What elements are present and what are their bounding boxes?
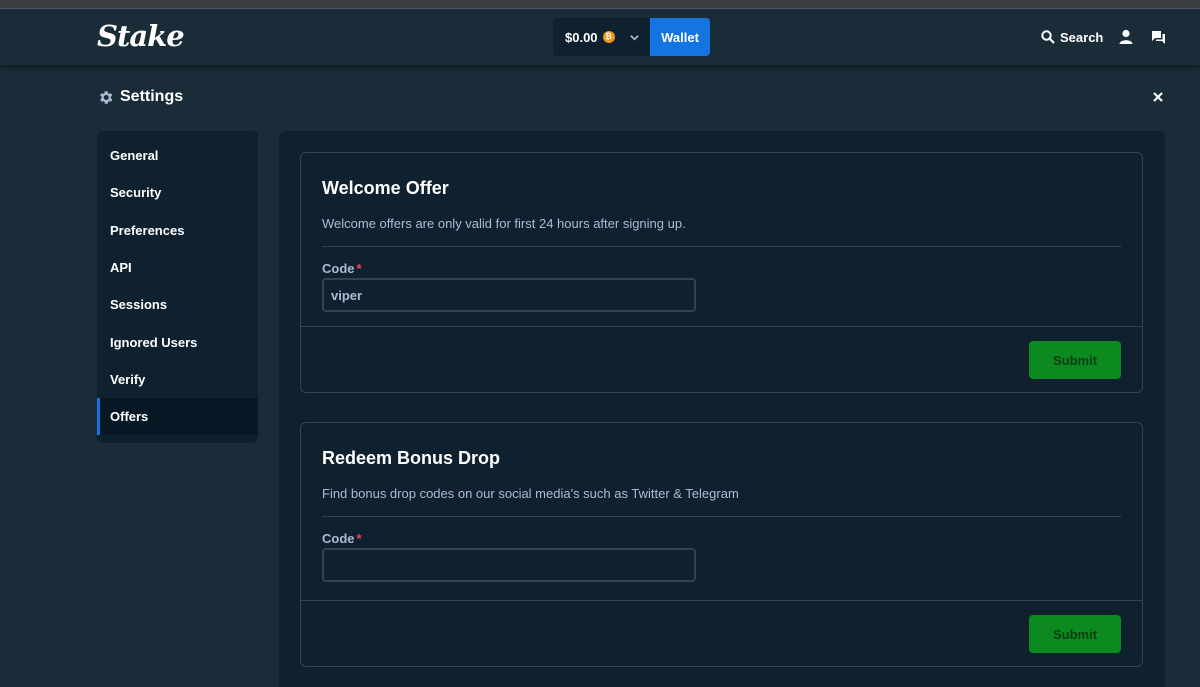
welcome-offer-card: Welcome Offer Welcome offers are only va… [300,152,1143,393]
code-label: Code * [322,261,362,276]
welcome-offer-code-input[interactable] [322,278,696,312]
bonus-drop-card: Redeem Bonus Drop Find bonus drop codes … [300,422,1143,667]
chat-icon[interactable] [1151,30,1166,45]
required-marker: * [356,531,362,546]
welcome-offer-submit-button[interactable]: Submit [1029,341,1121,379]
settings-sidebar: General Security Preferences API Session… [97,131,258,443]
offers-panel: Welcome Offer Welcome offers are only va… [279,131,1165,687]
bitcoin-icon: ₿ [602,31,615,43]
browser-top-strip [0,0,1200,9]
card-footer-divider [301,600,1142,601]
code-label-text: Code [322,531,355,546]
sidebar-item-preferences[interactable]: Preferences [97,212,258,249]
settings-heading: Settings [97,88,183,106]
welcome-offer-title: Welcome Offer [322,178,449,198]
page-title: Settings [120,88,184,105]
user-icon[interactable] [1118,29,1134,45]
sidebar-item-general[interactable]: General [97,137,258,174]
sidebar-item-offers[interactable]: Offers [97,398,258,436]
divider [322,246,1121,247]
sidebar-item-security[interactable]: Security [97,174,258,211]
bonus-drop-code-input[interactable] [322,548,696,582]
close-icon[interactable] [1152,91,1164,103]
welcome-offer-description: Welcome offers are only valid for first … [322,216,686,231]
sidebar-item-api[interactable]: API [97,249,258,286]
code-label: Code * [322,531,362,546]
code-label-text: Code [322,261,355,276]
gear-icon [100,90,113,104]
balance-amount: $0.00 [565,29,598,45]
balance-selector[interactable]: $0.00 ₿ [553,18,650,56]
search-label: Search [1060,29,1104,45]
stake-logo[interactable]: Stake [97,19,185,53]
sidebar-item-verify[interactable]: Verify [97,361,258,398]
divider [322,516,1121,517]
top-navigation-bar: Stake $0.00 ₿ Wallet Search [0,9,1200,65]
bonus-drop-submit-button[interactable]: Submit [1029,615,1121,653]
required-marker: * [356,261,362,276]
search-icon [1041,30,1055,44]
search-button[interactable]: Search [1041,29,1103,45]
bonus-drop-title: Redeem Bonus Drop [322,448,501,468]
wallet-button[interactable]: Wallet [650,18,710,56]
chevron-down-icon [629,34,639,41]
bonus-drop-description: Find bonus drop codes on our social medi… [322,486,739,501]
card-footer-divider [301,326,1142,327]
sidebar-item-sessions[interactable]: Sessions [97,286,258,323]
sidebar-item-ignored-users[interactable]: Ignored Users [97,323,258,360]
